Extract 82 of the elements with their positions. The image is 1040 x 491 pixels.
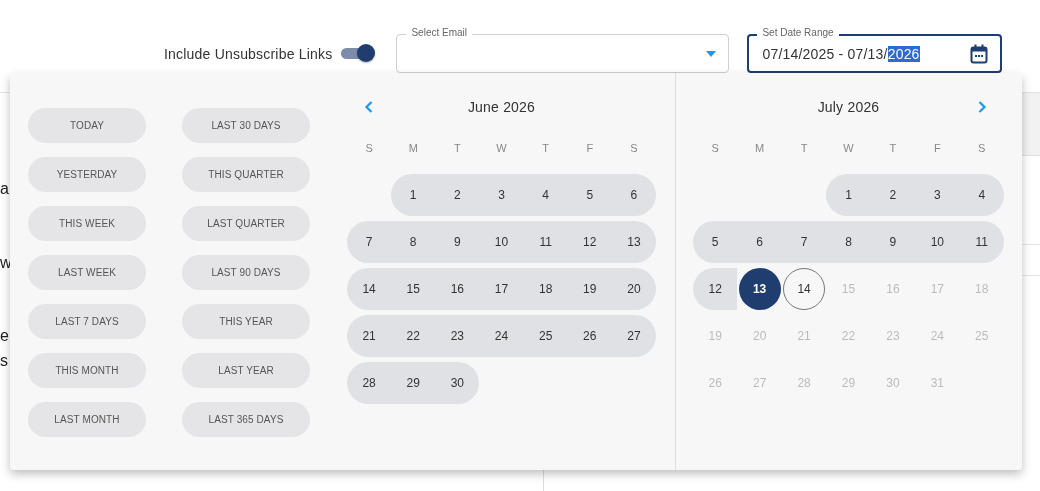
preset-range-button[interactable]: LAST WEEK [28, 255, 146, 290]
weekday-label: T [888, 141, 898, 156]
calendar-day[interactable]: 16 [435, 268, 480, 310]
weekday-label: T [541, 141, 550, 156]
calendar-day[interactable]: 4 [523, 174, 568, 216]
calendar-day[interactable]: 11 [523, 221, 568, 263]
weekday-label: F [585, 141, 595, 156]
calendar-day[interactable]: 22 [391, 315, 436, 357]
calendar-day[interactable]: 14 [347, 268, 392, 310]
text-fragment: a [0, 180, 10, 198]
calendar-day[interactable]: 25 [523, 315, 568, 357]
calendar-day[interactable]: 23 [435, 315, 480, 357]
calendar-icon[interactable] [970, 43, 989, 64]
calendar-day[interactable]: 3 [915, 174, 960, 216]
calendar-day[interactable]: 28 [347, 362, 392, 404]
calendar-day[interactable]: 3 [479, 174, 524, 216]
toggle-switch[interactable] [341, 44, 376, 62]
calendar-day[interactable]: 5 [693, 221, 738, 263]
preset-range-button[interactable]: LAST 7 DAYS [28, 304, 146, 339]
chevron-left-icon [364, 100, 374, 114]
calendar-day[interactable]: 11 [959, 221, 1004, 263]
calendar-day[interactable]: 27 [611, 315, 656, 357]
calendar-day[interactable]: 24 [479, 315, 524, 357]
dropdown-caret-icon [706, 50, 717, 57]
weekday-label: W [495, 141, 508, 156]
calendar-day[interactable]: 26 [567, 315, 612, 357]
calendar-day[interactable]: 8 [391, 221, 436, 263]
calendar-day[interactable]: 17 [479, 268, 524, 310]
weekday-label: M [754, 141, 766, 156]
calendar-day[interactable]: 2 [870, 174, 916, 216]
calendar-day[interactable]: 1 [391, 174, 436, 216]
calendar-day[interactable]: 15 [391, 268, 436, 310]
calendar-day[interactable]: 20 [611, 268, 656, 310]
weekday-label: M [407, 141, 419, 156]
preset-range-button[interactable]: LAST MONTH [28, 402, 146, 437]
calendar-day[interactable]: 18 [523, 268, 568, 310]
calendar-day[interactable]: 21 [347, 315, 392, 357]
calendar-day[interactable]: 19 [567, 268, 612, 310]
preset-range-button[interactable]: YESTERDAY [28, 157, 146, 192]
preset-range-button[interactable]: LAST 30 DAYS [182, 108, 310, 143]
calendar-day[interactable]: 12 [567, 221, 612, 263]
calendar-day[interactable]: 10 [479, 221, 524, 263]
calendar-day[interactable]: 30 [435, 362, 480, 404]
chevron-right-icon [977, 100, 987, 114]
preset-range-button[interactable]: THIS WEEK [28, 206, 146, 241]
preset-range-button[interactable]: THIS MONTH [28, 353, 146, 388]
calendar-day[interactable]: 10 [915, 221, 960, 263]
calendar-day[interactable]: 6 [737, 221, 782, 263]
calendar-day[interactable]: 7 [347, 221, 392, 263]
weekday-label: T [799, 141, 809, 156]
calendar-day[interactable]: 1 [826, 174, 871, 216]
preset-range-button[interactable]: LAST YEAR [182, 353, 310, 388]
calendar-day[interactable]: 29 [391, 362, 436, 404]
weekday-label: S [977, 141, 987, 156]
text-fragment: e [0, 327, 10, 345]
calendar-day[interactable]: 13 [611, 221, 656, 263]
calendar-day[interactable]: 8 [826, 221, 871, 263]
preset-range-button[interactable]: LAST QUARTER [182, 206, 310, 241]
text-fragment: s [0, 352, 9, 370]
weekday-label: S [629, 141, 639, 156]
calendar-day[interactable]: 9 [435, 221, 480, 263]
preset-range-button[interactable]: THIS QUARTER [182, 157, 310, 192]
calendar-day[interactable]: 4 [959, 174, 1004, 216]
weekday-label: W [842, 141, 855, 156]
weekday-label: T [453, 141, 462, 156]
calendar-day[interactable]: 2 [435, 174, 480, 216]
calendar-day[interactable]: 5 [567, 174, 612, 216]
calendar-day[interactable]: 12 [693, 268, 738, 310]
calendar-day[interactable]: 6 [611, 174, 656, 216]
preset-range-button[interactable]: THIS YEAR [182, 304, 310, 339]
month-title: July 2026 [816, 99, 881, 115]
calendar-day[interactable]: 9 [870, 221, 916, 263]
weekday-label: F [933, 141, 942, 156]
month-title: June 2026 [466, 99, 537, 115]
weekday-label: S [710, 141, 720, 156]
preset-range-button[interactable]: TODAY [28, 108, 146, 143]
preset-range-button[interactable]: LAST 90 DAYS [182, 255, 310, 290]
weekday-label: S [364, 141, 374, 156]
calendar-day[interactable]: 13 [738, 268, 781, 310]
toggle-label: Include Unsubscribe Links [164, 46, 333, 62]
calendar-day[interactable]: 7 [781, 221, 827, 263]
preset-range-button[interactable]: LAST 365 DAYS [182, 402, 310, 437]
